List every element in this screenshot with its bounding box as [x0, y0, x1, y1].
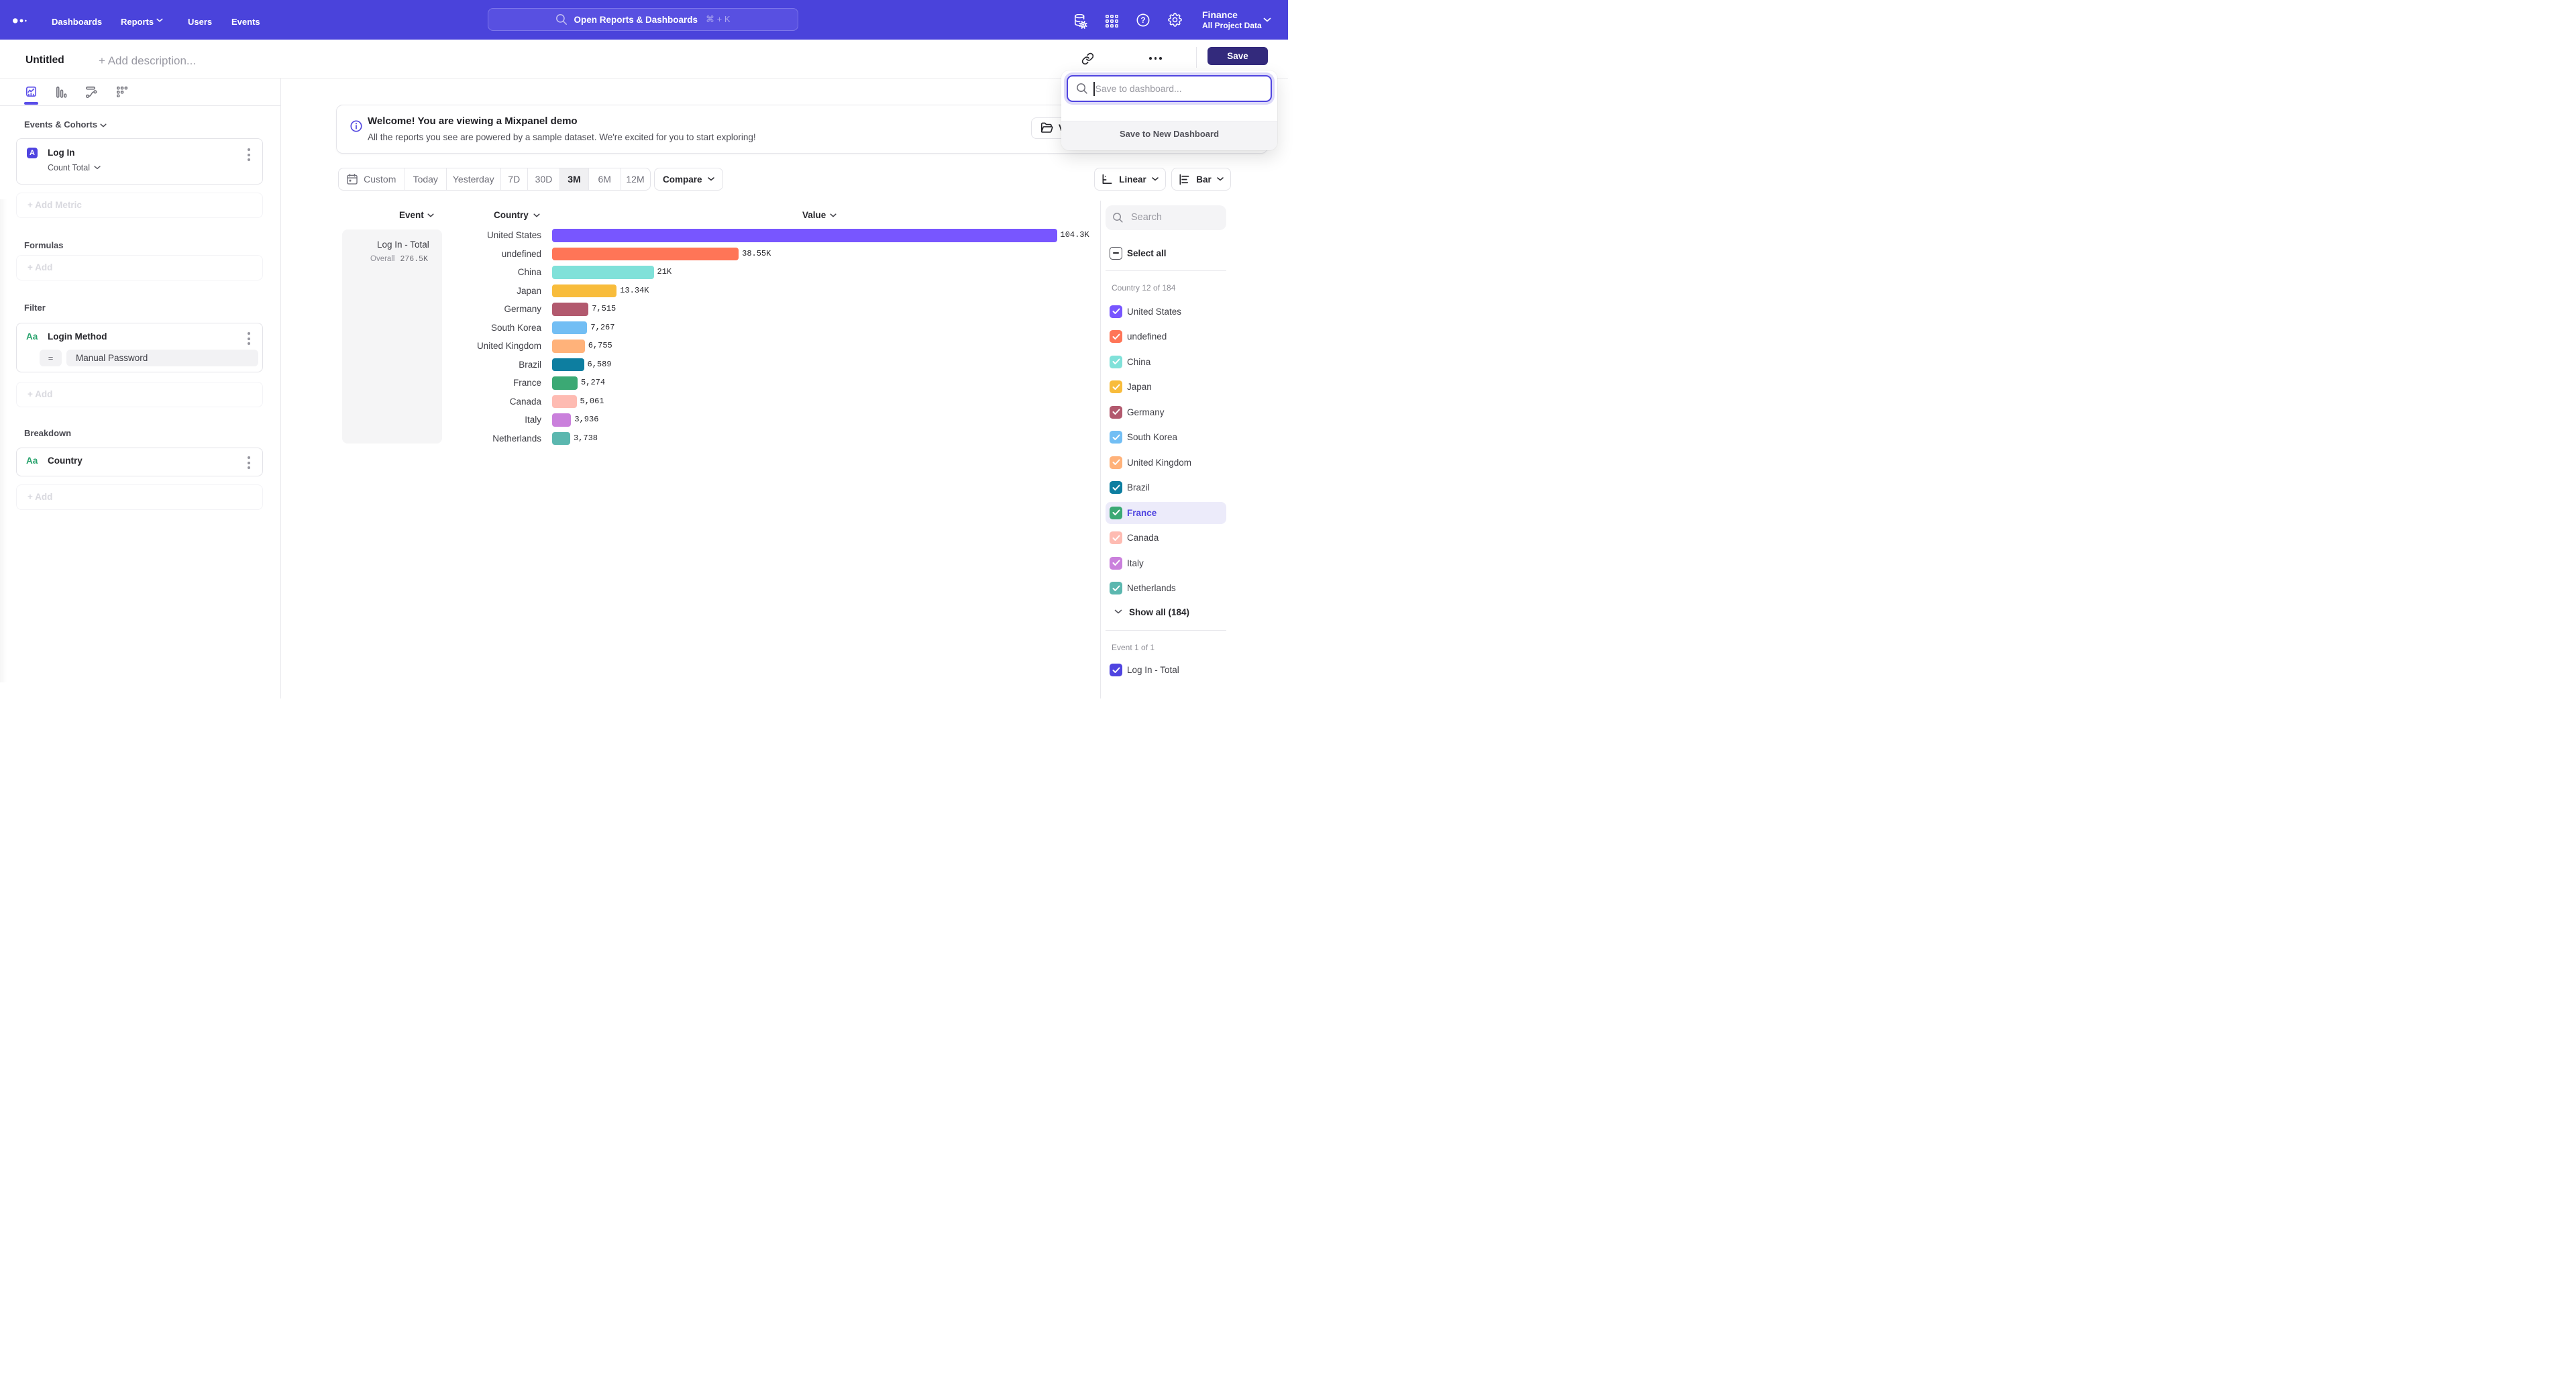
svg-text:?: ? [1140, 17, 1145, 25]
